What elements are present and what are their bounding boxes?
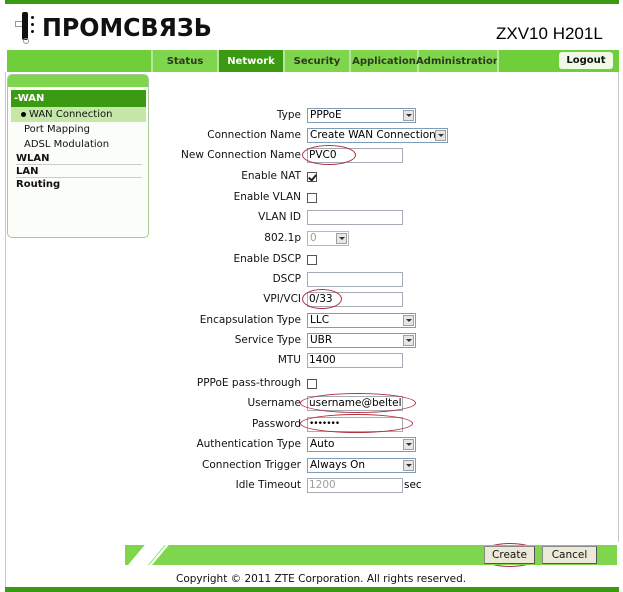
pppoe-passthrough-label: PPPoE pass-through xyxy=(196,377,301,389)
encapsulation-type-label: Encapsulation Type xyxy=(199,314,301,326)
chevron-down-icon xyxy=(403,110,414,121)
copyright-text: Copyright © 2011 ZTE Corporation. All ri… xyxy=(176,573,467,585)
idle-timeout-input[interactable]: 1200 xyxy=(307,478,403,493)
row-8021p: 802.1p 0 xyxy=(150,231,450,247)
create-button[interactable]: Create xyxy=(484,546,535,564)
username-label: Username xyxy=(247,397,301,409)
dscp-label: DSCP xyxy=(272,273,301,285)
enable-dscp-label: Enable DSCP xyxy=(233,253,301,265)
pppoe-passthrough-checkbox[interactable] xyxy=(307,379,317,389)
sidebar-group-routing[interactable]: Routing xyxy=(16,178,142,191)
row-pppoe-passthrough: PPPoE pass-through xyxy=(150,376,450,392)
logo-text: ПРОМСВЯЗЬ xyxy=(42,12,212,42)
password-label: Password xyxy=(251,418,301,430)
sidebar-item-wan-connection[interactable]: WAN Connection xyxy=(11,107,146,122)
bottom-accent-bar xyxy=(5,587,619,592)
sidebar-item-port-mapping[interactable]: Port Mapping xyxy=(11,122,146,137)
vpi-vci-input[interactable]: 0/33 xyxy=(307,292,403,307)
sidebar: -WAN WAN Connection Port Mapping ADSL Mo… xyxy=(7,74,149,238)
row-connection-name: Connection Name Create WAN Connection xyxy=(150,128,450,144)
tab-application[interactable]: Application xyxy=(349,50,417,72)
row-enable-nat: Enable NAT xyxy=(150,169,450,185)
frame-border-left xyxy=(5,72,6,592)
connection-trigger-select[interactable]: Always On xyxy=(307,458,416,473)
tab-network[interactable]: Network xyxy=(217,50,283,72)
cancel-button[interactable]: Cancel xyxy=(542,546,597,564)
connection-trigger-label: Connection Trigger xyxy=(202,459,301,471)
row-enable-vlan: Enable VLAN xyxy=(150,190,450,206)
enable-dscp-checkbox[interactable] xyxy=(307,255,317,265)
chevron-down-icon xyxy=(435,130,446,141)
vpi-vci-label: VPI/VCI xyxy=(263,293,301,305)
sidebar-group-wlan[interactable]: WLAN xyxy=(16,152,142,165)
row-idle-timeout: Idle Timeout 1200 sec xyxy=(150,478,450,494)
row-encapsulation-type: Encapsulation Type LLC xyxy=(150,313,450,329)
connection-name-label: Connection Name xyxy=(207,129,301,141)
row-username: Username username@beltel.b xyxy=(150,396,450,412)
row-password: Password ••••••• xyxy=(150,417,450,433)
row-mtu: MTU 1400 xyxy=(150,353,450,369)
mtu-label: MTU xyxy=(277,354,301,366)
enable-vlan-checkbox[interactable] xyxy=(307,193,317,203)
authentication-type-select[interactable]: Auto xyxy=(307,437,416,452)
type-select[interactable]: PPPoE xyxy=(307,108,416,123)
row-connection-trigger: Connection Trigger Always On xyxy=(150,458,450,474)
sidebar-item-adsl-modulation[interactable]: ADSL Modulation xyxy=(11,137,146,152)
chevron-down-icon xyxy=(403,460,414,471)
mtu-input[interactable]: 1400 xyxy=(307,353,403,368)
enable-vlan-label: Enable VLAN xyxy=(233,191,301,203)
row-vpi-vci: VPI/VCI 0/33 xyxy=(150,292,450,308)
sidebar-item-label: WAN Connection xyxy=(29,109,113,120)
sidebar-group-lan[interactable]: LAN xyxy=(16,165,142,178)
device-model: ZXV10 H201L xyxy=(496,24,603,43)
sidebar-section-wan[interactable]: -WAN xyxy=(11,90,146,107)
row-vlan-id: VLAN ID xyxy=(150,210,450,226)
chevron-down-icon xyxy=(336,233,347,244)
type-label: Type xyxy=(276,109,301,121)
encapsulation-type-select[interactable]: LLC xyxy=(307,313,416,328)
row-new-connection-name: New Connection Name PVC0 xyxy=(150,148,450,164)
main-nav: Status Network Security Application Admi… xyxy=(7,50,619,72)
chevron-down-icon xyxy=(403,439,414,450)
vlan-id-input[interactable] xyxy=(307,210,403,225)
chevron-down-icon xyxy=(403,335,414,346)
row-enable-dscp: Enable DSCP xyxy=(150,252,450,268)
connection-name-select[interactable]: Create WAN Connection xyxy=(307,128,448,143)
tab-security[interactable]: Security xyxy=(283,50,349,72)
dscp-input[interactable] xyxy=(307,272,403,287)
row-type: Type PPPoE xyxy=(150,108,450,124)
row-authentication-type: Authentication Type Auto xyxy=(150,437,450,453)
service-type-label: Service Type xyxy=(234,334,301,346)
8021p-select[interactable]: 0 xyxy=(307,231,349,246)
new-connection-name-label: New Connection Name xyxy=(181,149,301,161)
tab-administration[interactable]: Administration xyxy=(416,50,500,72)
password-input[interactable]: ••••••• xyxy=(307,417,403,432)
logout-button[interactable]: Logout xyxy=(559,52,613,69)
new-connection-name-input[interactable]: PVC0 xyxy=(307,148,403,163)
chevron-down-icon xyxy=(403,315,414,326)
idle-timeout-unit: sec xyxy=(404,479,422,491)
top-accent-bar xyxy=(5,0,619,4)
enable-nat-label: Enable NAT xyxy=(241,170,301,182)
row-service-type: Service Type UBR xyxy=(150,333,450,349)
brand-logo: ПРОМСВЯЗЬ xyxy=(12,10,221,44)
authentication-type-label: Authentication Type xyxy=(196,438,301,450)
vlan-id-label: VLAN ID xyxy=(258,211,301,223)
row-dscp: DSCP xyxy=(150,272,450,288)
idle-timeout-label: Idle Timeout xyxy=(235,479,301,491)
tab-status[interactable]: Status xyxy=(151,50,217,72)
8021p-label: 802.1p xyxy=(264,232,301,244)
enable-nat-checkbox[interactable] xyxy=(307,172,317,182)
frame-border-right xyxy=(618,72,619,542)
logo-icon xyxy=(12,10,40,44)
bullet-icon xyxy=(21,112,26,117)
username-input[interactable]: username@beltel.b xyxy=(307,396,403,411)
service-type-select[interactable]: UBR xyxy=(307,333,416,348)
